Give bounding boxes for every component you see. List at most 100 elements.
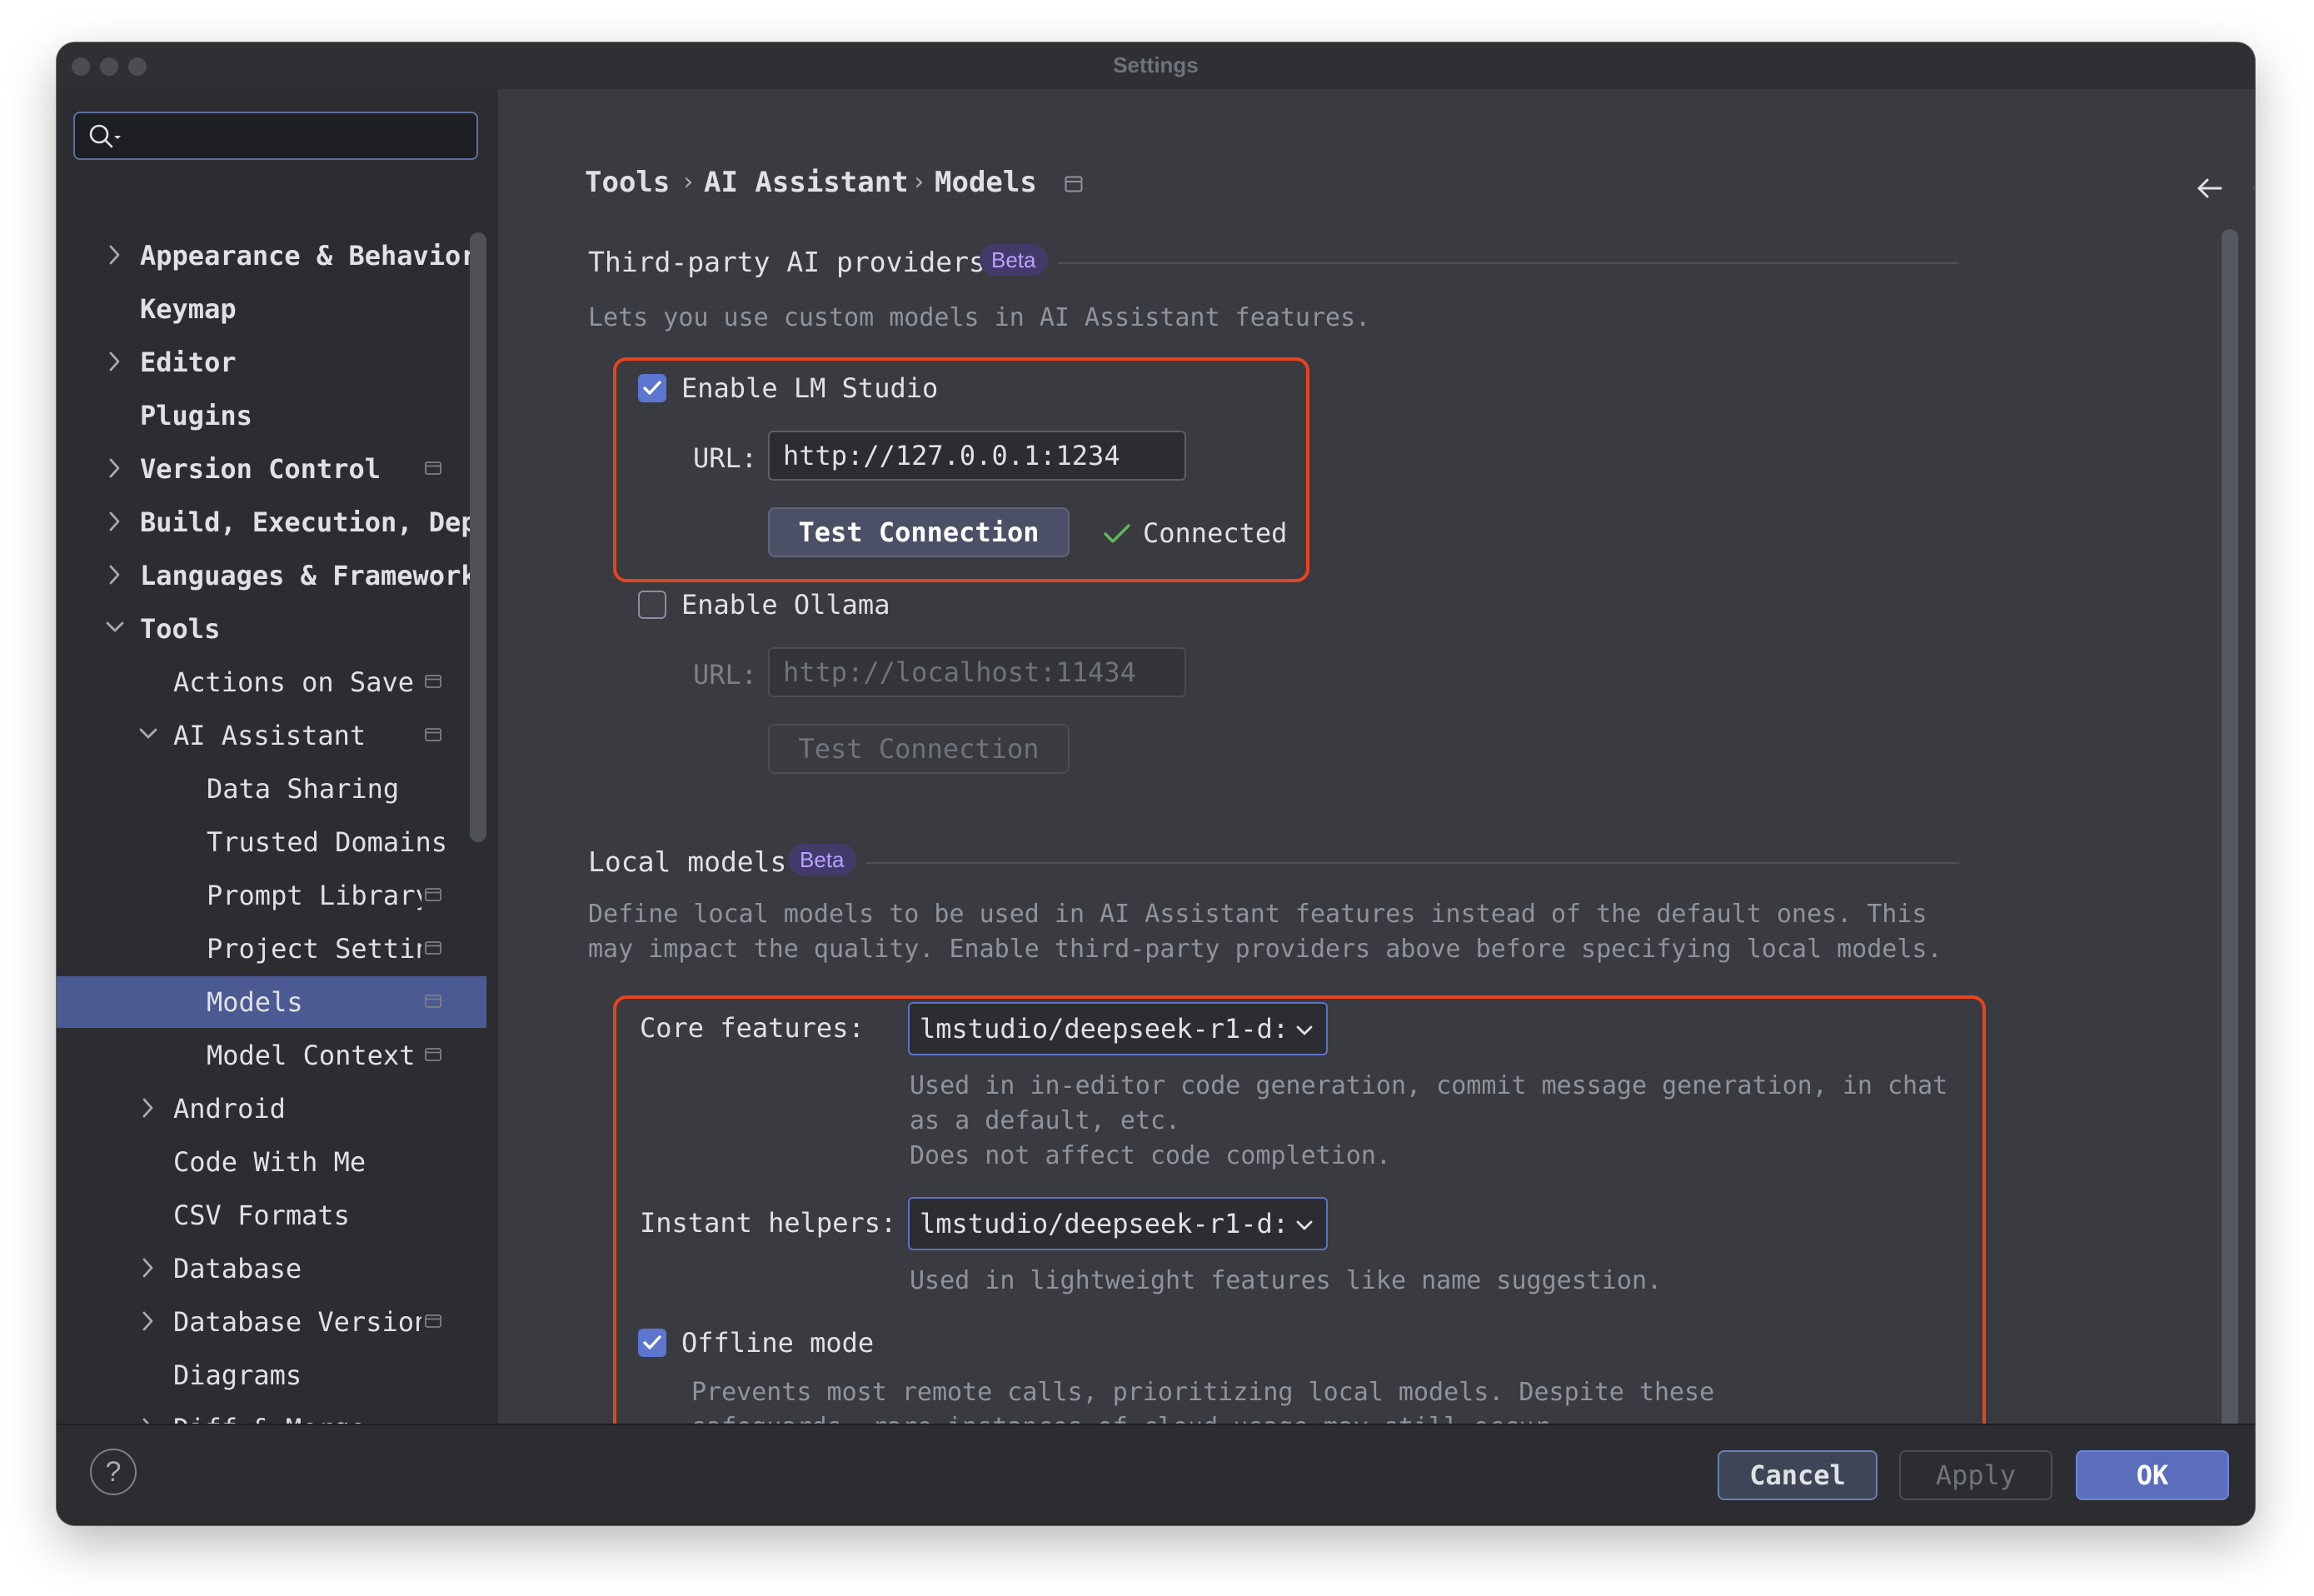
local-models-description: may impact the quality. Enable third-par…: [588, 935, 1942, 964]
sidebar-item-actions-on-save[interactable]: Actions on Save: [57, 656, 486, 708]
sidebar-item-android[interactable]: Android: [57, 1083, 486, 1135]
instant-helpers-select[interactable]: lmstudio/deepseek-r1-d:: [908, 1197, 1328, 1250]
instant-helpers-hint: Used in lightweight features like name s…: [910, 1266, 1663, 1295]
sidebar-item-models[interactable]: Models: [57, 976, 486, 1028]
sidebar-item-label: Tools: [140, 613, 221, 645]
chevron-right-icon[interactable]: [103, 241, 127, 269]
forward-arrow-icon[interactable]: [2251, 176, 2255, 201]
sidebar-item-label: Keymap: [140, 293, 237, 325]
project-level-icon: [425, 941, 441, 955]
core-features-label: Core features:: [640, 1012, 865, 1044]
enable-ollama-checkbox[interactable]: [638, 591, 666, 619]
beta-badge: Beta: [980, 244, 1048, 276]
project-level-icon: [425, 461, 441, 475]
sidebar-item-label: Build, Execution, Deployment: [140, 506, 473, 538]
sidebar-item-label: Database: [173, 1253, 302, 1284]
ok-button[interactable]: OK: [2076, 1450, 2229, 1500]
ollama-url-label: URL:: [693, 659, 758, 691]
core-features-value: lmstudio/deepseek-r1-d:: [920, 1013, 1289, 1045]
sidebar-item-label: Data Sharing: [207, 773, 400, 805]
offline-mode-hint: Prevents most remote calls, prioritizing…: [691, 1378, 1715, 1407]
local-models-description: Define local models to be used in AI Ass…: [588, 900, 1928, 929]
sidebar-item-project-settings[interactable]: Project Settings: [57, 923, 486, 975]
project-level-icon: [425, 1048, 441, 1061]
sidebar-item-prompt-library[interactable]: Prompt Library: [57, 870, 486, 921]
sidebar-item-version-control[interactable]: Version Control: [57, 443, 486, 495]
sidebar-item-ai-assistant[interactable]: AI Assistant: [57, 710, 486, 761]
sidebar-item-csv-formats[interactable]: CSV Formats: [57, 1190, 486, 1241]
chevron-down-icon: [1296, 1025, 1313, 1035]
sidebar-item-diagrams[interactable]: Diagrams: [57, 1349, 486, 1401]
chevron-right-icon[interactable]: [103, 507, 127, 536]
lmstudio-test-connection-button[interactable]: Test Connection: [768, 507, 1070, 557]
enable-ollama-label[interactable]: Enable Ollama: [681, 589, 890, 621]
sidebar-item-tools[interactable]: Tools: [57, 603, 486, 655]
sidebar-item-database-versioning[interactable]: Database Versioning: [57, 1296, 486, 1348]
sidebar-item-database[interactable]: Database: [57, 1243, 486, 1294]
back-arrow-icon[interactable]: [2196, 176, 2224, 201]
chevron-right-icon[interactable]: [103, 347, 127, 376]
search-input[interactable]: [73, 112, 478, 160]
sidebar-item-keymap[interactable]: Keymap: [57, 283, 486, 335]
lmstudio-url-field[interactable]: http://127.0.0.1:1234: [768, 431, 1186, 481]
sidebar-scrollbar[interactable]: [470, 232, 486, 842]
cancel-button[interactable]: Cancel: [1718, 1450, 1878, 1500]
sidebar-item-editor[interactable]: Editor: [57, 337, 486, 388]
checkmark-icon: [643, 381, 661, 395]
instant-helpers-label: Instant helpers:: [640, 1207, 897, 1239]
sidebar-item-label: Prompt Library: [207, 880, 421, 911]
settings-content: Tools › AI Assistant › Models Third-part…: [498, 89, 2255, 1472]
sidebar-item-data-sharing[interactable]: Data Sharing: [57, 763, 486, 815]
sidebar-item-label: Plugins: [140, 400, 252, 431]
checkmark-icon: [643, 1335, 661, 1349]
chevron-right-icon[interactable]: [137, 1094, 160, 1122]
core-features-hint: Does not affect code completion.: [910, 1141, 1391, 1170]
sidebar-item-code-with-me[interactable]: Code With Me: [57, 1136, 486, 1188]
project-level-icon: [425, 995, 441, 1008]
enable-lmstudio-checkbox[interactable]: [638, 374, 666, 402]
breadcrumb-tools[interactable]: Tools: [585, 166, 670, 199]
section-separator: [866, 862, 1959, 864]
check-success-icon: [1104, 524, 1130, 543]
ollama-test-connection-button[interactable]: Test Connection: [768, 724, 1070, 774]
chevron-down-icon[interactable]: [137, 721, 160, 749]
sidebar-item-languages-frameworks[interactable]: Languages & Frameworks: [57, 550, 486, 601]
offline-mode-checkbox[interactable]: [638, 1329, 666, 1357]
project-level-icon: [425, 888, 441, 901]
sidebar-item-model-context-protocol[interactable]: Model Context Protocol: [57, 1030, 486, 1081]
core-features-select[interactable]: lmstudio/deepseek-r1-d:: [908, 1002, 1328, 1055]
chevron-down-icon[interactable]: [103, 614, 127, 642]
sidebar-item-label: Actions on Save: [173, 666, 414, 698]
breadcrumb-models: Models: [935, 166, 1037, 199]
search-icon: [89, 124, 121, 148]
sidebar-item-appearance-behavior[interactable]: Appearance & Behavior: [57, 230, 486, 282]
sidebar-item-label: Trusted Domains: [207, 826, 447, 858]
sidebar-item-label: Models: [207, 986, 303, 1018]
chevron-right-icon[interactable]: [137, 1307, 160, 1335]
ollama-url-field[interactable]: http://localhost:11434: [768, 647, 1186, 697]
sidebar-item-trusted-domains[interactable]: Trusted Domains: [57, 816, 486, 868]
sidebar-item-label: Appearance & Behavior: [140, 240, 473, 272]
enable-lmstudio-label[interactable]: Enable LM Studio: [681, 372, 938, 404]
sidebar-item-label: Version Control: [140, 453, 381, 485]
chevron-right-icon[interactable]: [137, 1254, 160, 1282]
settings-sidebar: Appearance & Behavior Keymap Editor Plugins…: [57, 89, 498, 1472]
breadcrumb-ai-assistant[interactable]: AI Assistant: [704, 166, 909, 199]
apply-button[interactable]: Apply: [1899, 1450, 2052, 1500]
project-level-icon: [425, 1314, 441, 1328]
lmstudio-url-label: URL:: [693, 442, 758, 474]
chevron-right-icon[interactable]: [103, 561, 127, 589]
chevron-right-icon[interactable]: [103, 454, 127, 482]
dialog-footer: ? Cancel Apply OK: [57, 1424, 2255, 1525]
sidebar-item-label: Editor: [140, 347, 237, 378]
sidebar-item-label: Project Settings: [207, 933, 421, 965]
sidebar-item-build-execution-deployment[interactable]: Build, Execution, Deployment: [57, 496, 486, 548]
help-button[interactable]: ?: [90, 1449, 137, 1495]
chevron-down-icon: [1296, 1220, 1313, 1230]
sidebar-item-label: Code With Me: [173, 1146, 367, 1178]
lmstudio-status: Connected: [1143, 517, 1288, 549]
offline-mode-label[interactable]: Offline mode: [681, 1327, 874, 1359]
sidebar-item-plugins[interactable]: Plugins: [57, 390, 486, 441]
content-scrollbar[interactable]: [2222, 229, 2238, 1454]
local-models-section-title: Local models: [588, 845, 787, 878]
